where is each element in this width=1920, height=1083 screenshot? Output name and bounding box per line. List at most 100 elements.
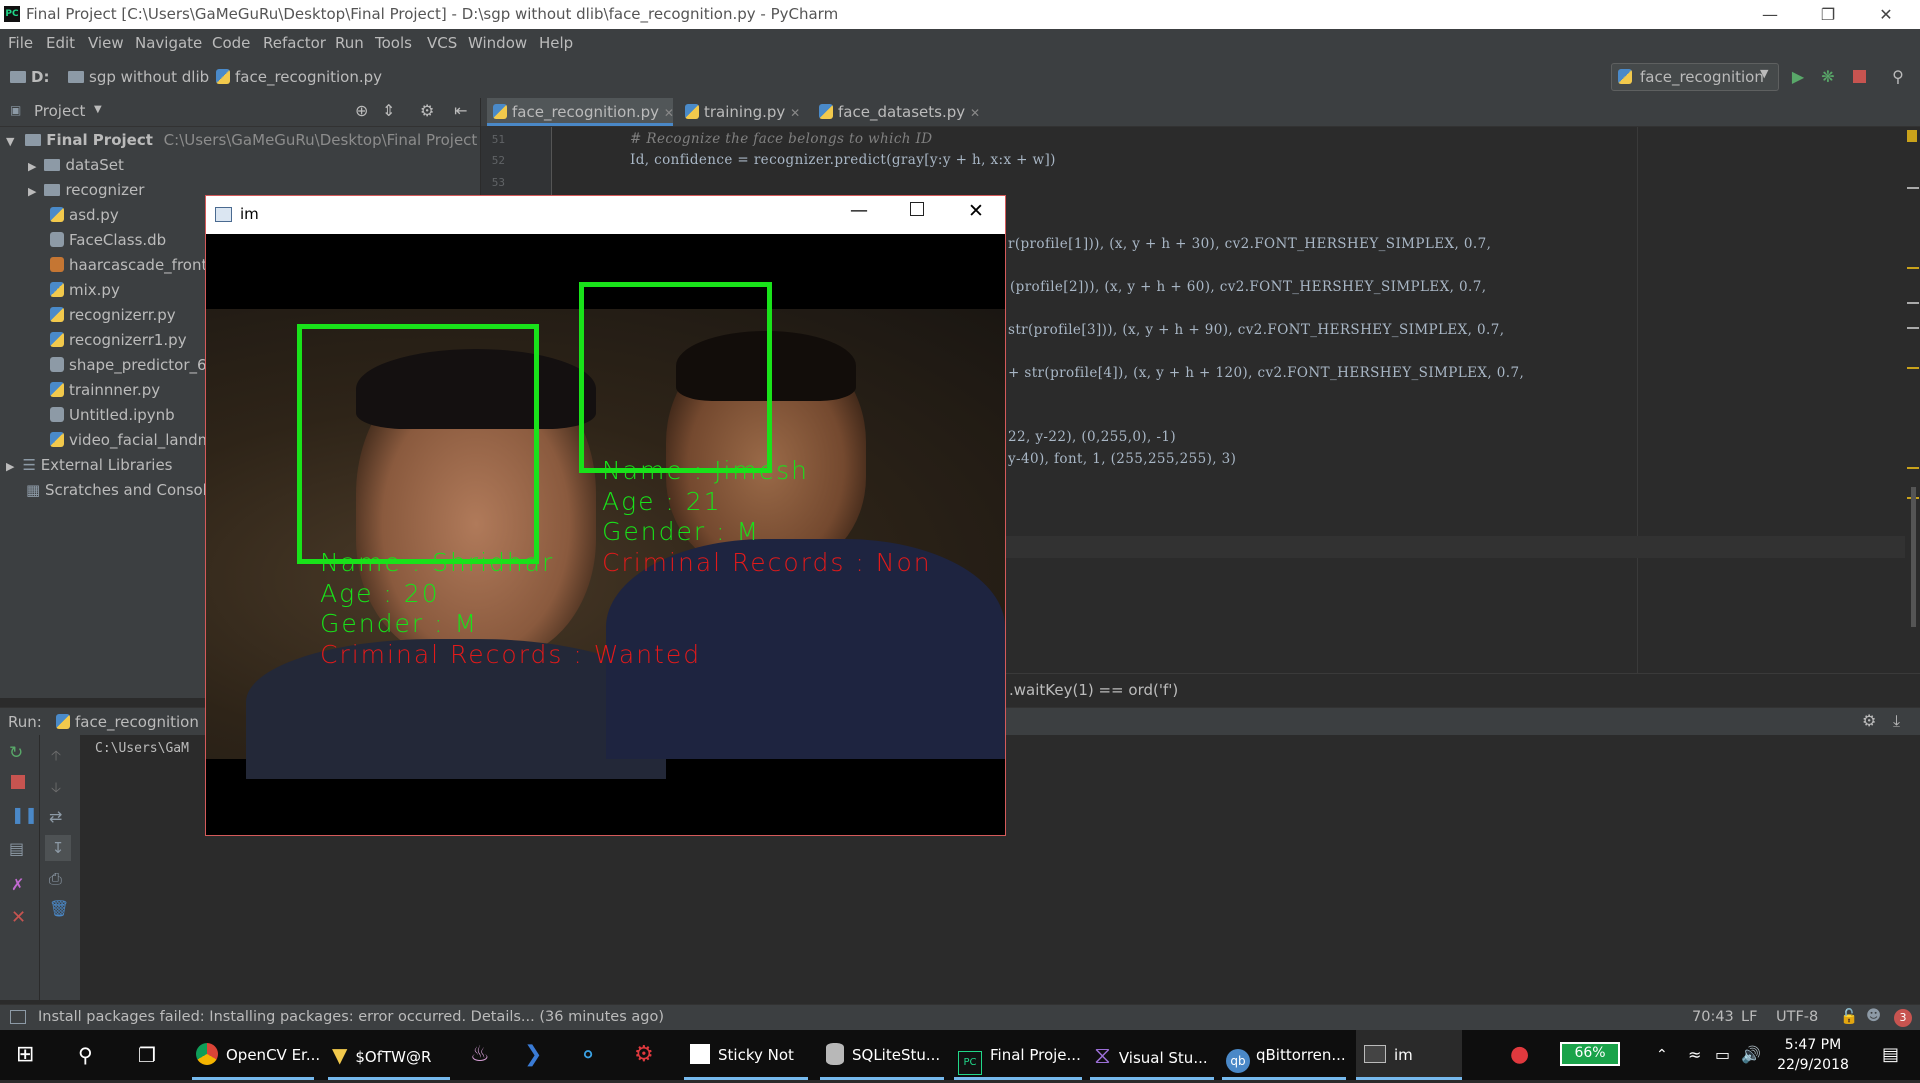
pause-icon[interactable]: ❚❚ (11, 805, 38, 824)
battery-icon[interactable]: ▭ (1715, 1030, 1730, 1080)
tab-label: training.py (704, 103, 786, 121)
menu-refactor[interactable]: Refactor (263, 34, 326, 52)
line-separator[interactable]: LF (1741, 1009, 1757, 1025)
pin-icon[interactable]: ✗ (11, 875, 24, 894)
opencv-window-titlebar[interactable]: im — ✕ (206, 196, 1005, 234)
close-button[interactable]: ✕ (1858, 0, 1914, 29)
toggle-panels-icon[interactable] (10, 1010, 26, 1024)
debug-icon[interactable]: ❋ (1817, 66, 1839, 88)
tab-training[interactable]: training.py ✕ (679, 98, 806, 126)
ccleaner-icon[interactable]: ⚬ (578, 1030, 598, 1080)
stop-icon[interactable] (11, 775, 25, 789)
library-icon: ☰ (22, 456, 36, 474)
project-panel-title[interactable]: Project (34, 102, 85, 120)
python-file-icon (50, 307, 64, 322)
maximize-button[interactable] (910, 202, 924, 216)
menu-edit[interactable]: Edit (46, 34, 75, 52)
action-center-icon[interactable]: ▤ (1882, 1030, 1899, 1080)
menu-tools[interactable]: Tools (375, 34, 412, 52)
tree-item-label: trainnner.py (69, 381, 161, 399)
taskbar-qbittorrent[interactable]: qb qBittorren... (1222, 1030, 1346, 1080)
lock-icon[interactable]: 🔓 (1840, 1008, 1858, 1025)
chevron-down-icon[interactable]: ▼ (94, 104, 102, 115)
close-icon[interactable]: ✕ (970, 106, 980, 120)
arrow-up-icon[interactable]: 🡡 (51, 745, 61, 769)
hide-panel-icon[interactable]: ⤓ (1893, 711, 1900, 731)
close-button[interactable]: ✕ (968, 200, 984, 222)
editor-error-stripe[interactable] (1905, 127, 1920, 673)
notification-badge[interactable]: 3 (1894, 1009, 1912, 1027)
trash-icon[interactable]: 🗑 (49, 899, 69, 918)
python-file-icon (56, 714, 70, 729)
cursor-position[interactable]: 70:43 (1692, 1009, 1734, 1025)
menu-help[interactable]: Help (539, 34, 573, 52)
inspector-icon[interactable]: ☻ (1866, 1008, 1881, 1024)
rerun-icon[interactable]: ↻ (9, 743, 23, 763)
locate-icon[interactable]: ⊕ (355, 101, 368, 120)
taskbar-sqlite[interactable]: SQLiteStu... (820, 1030, 944, 1080)
arrow-down-icon[interactable]: 🡣 (51, 777, 61, 801)
breadcrumb-file[interactable]: face_recognition.py (216, 68, 382, 86)
stop-icon[interactable] (1848, 66, 1870, 88)
menu-window[interactable]: Window (468, 34, 527, 52)
taskbar-folder[interactable]: ▼ $OfTW@R (328, 1030, 450, 1080)
minimize-button[interactable]: — (850, 200, 868, 221)
breadcrumb-folder[interactable]: sgp without dlib (68, 68, 209, 86)
hide-panel-icon[interactable]: ⇤ (454, 101, 467, 120)
file-encoding[interactable]: UTF-8 (1776, 1009, 1818, 1025)
run-tab[interactable]: face_recognition (56, 713, 199, 731)
menu-file[interactable]: File (8, 34, 33, 52)
paint-icon[interactable]: ♨ (470, 1030, 490, 1080)
clock[interactable]: 5:47 PM 22/9/2018 (1768, 1035, 1858, 1075)
tree-item-dataset[interactable]: ▶ dataSet (0, 153, 480, 178)
gear-icon[interactable]: ⚙ (420, 101, 434, 120)
search-icon[interactable]: ⚲ (1887, 66, 1909, 88)
menu-run[interactable]: Run (335, 34, 364, 52)
minimize-button[interactable]: — (1742, 0, 1798, 29)
restore-button[interactable]: ❐ (1800, 0, 1856, 29)
tree-root[interactable]: ▼ Final Project C:\Users\GaMeGuRu\Deskto… (0, 128, 480, 153)
run-icon[interactable]: ▶ (1787, 66, 1809, 88)
menu-view[interactable]: View (88, 34, 124, 52)
wifi-icon[interactable]: ≈ (1688, 1030, 1701, 1080)
face-label-gender: Gender : M (320, 609, 479, 638)
print-icon[interactable]: ⎙ (49, 869, 62, 889)
collapse-icon[interactable]: ⇕ (382, 101, 395, 120)
taskbar-im-window[interactable]: im (1356, 1030, 1462, 1080)
taskbar-pycharm[interactable]: PC Final Proje... (954, 1030, 1082, 1080)
warning-indicator[interactable] (1907, 130, 1917, 142)
breadcrumb-drive[interactable]: D: (10, 68, 49, 86)
windows-start-icon[interactable]: ⊞ (16, 1030, 34, 1080)
python-file-icon (685, 104, 699, 119)
opencv-window[interactable]: im — ✕ Name : Jimesh Age : 21 Gender : M… (205, 195, 1006, 836)
close-icon[interactable]: ✕ (664, 106, 674, 120)
code-line: Id, confidence = recognizer.predict(gray… (630, 152, 1056, 168)
taskbar-visual-studio[interactable]: ⧖ Visual Stu... (1090, 1030, 1214, 1080)
menu-code[interactable]: Code (212, 34, 250, 52)
soft-wrap-icon[interactable]: ⇄ (49, 807, 62, 826)
editor-scrollbar[interactable] (1911, 487, 1916, 627)
menu-vcs[interactable]: VCS (427, 34, 457, 52)
close-icon[interactable]: ✕ (790, 106, 800, 120)
scroll-to-end-icon[interactable]: ↧ (45, 835, 71, 861)
powershell-icon[interactable]: ❯ (524, 1030, 542, 1080)
menu-navigate[interactable]: Navigate (135, 34, 202, 52)
breadcrumb-drive-label: D: (31, 68, 50, 86)
face-label-age: Age : 21 (602, 487, 722, 516)
volume-icon[interactable]: 🔊 (1741, 1030, 1761, 1080)
search-icon[interactable]: ⚲ (78, 1030, 93, 1080)
taskbar-sticky-notes[interactable]: Sticky Not (684, 1030, 808, 1080)
task-view-icon[interactable]: ❐ (138, 1030, 156, 1080)
security-icon[interactable]: ⚙ (634, 1030, 654, 1080)
battery-indicator[interactable]: 66% (1560, 1042, 1620, 1066)
antivirus-tray-icon[interactable]: ● (1510, 1030, 1529, 1080)
layout-icon[interactable]: ▤ (9, 839, 24, 858)
taskbar-chrome[interactable]: OpenCV Er... (192, 1030, 320, 1080)
chevron-up-icon[interactable]: ⌃ (1656, 1030, 1668, 1080)
gear-icon[interactable]: ⚙ (1862, 711, 1876, 730)
tab-face-datasets[interactable]: face_datasets.py ✕ (813, 98, 986, 126)
status-message[interactable]: Install packages failed: Installing pack… (38, 1009, 664, 1025)
tab-face-recognition[interactable]: face_recognition.py ✕ (487, 98, 674, 126)
run-config-dropdown[interactable]: face_recognition ▼ (1611, 63, 1779, 91)
close-icon[interactable]: ✕ (11, 907, 26, 928)
